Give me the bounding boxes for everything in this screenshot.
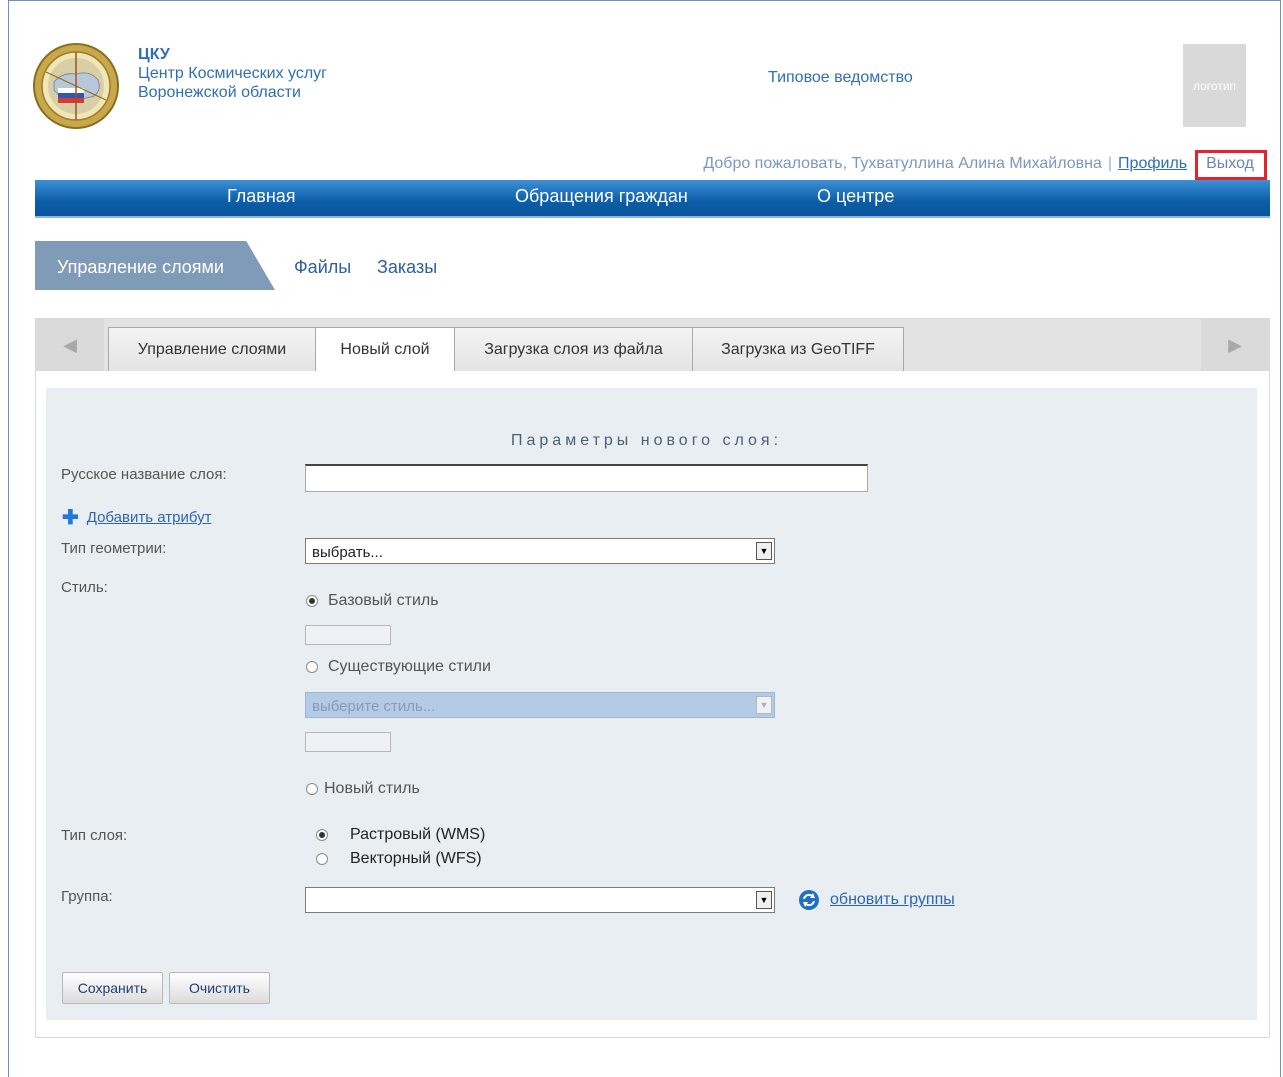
chevron-down-icon: ▼ [756,696,772,714]
group-select[interactable]: ▼ [305,887,775,913]
add-attribute-link[interactable]: ✚ Добавить атрибут [62,505,211,530]
layer-name-label: Русское название слоя: [61,466,227,483]
org-name-block: ЦКУ Центр Космических услуг Воронежской … [138,45,327,102]
section-tab-orders[interactable]: Заказы [377,257,437,278]
logout-link[interactable]: Выход [1195,150,1267,180]
radio-button[interactable] [306,783,318,795]
add-attribute-label: Добавить атрибут [86,509,212,526]
form-heading: Параметры нового слоя: [511,432,783,449]
style-option-base[interactable]: Базовый стиль [306,592,439,610]
tabs-scroll-left[interactable]: ◀ [36,319,104,371]
org-name-line2: Воронежской области [138,84,301,101]
triangle-right-icon: ▶ [1228,334,1242,355]
layer-type-raster-label: Растровый (WMS) [350,826,486,843]
logo-placeholder: логотип [1183,44,1246,127]
org-name-line1: Центр Космических услуг [138,65,328,82]
tab-upload-from-file[interactable]: Загрузка слоя из файла [454,327,693,371]
layer-type-vector-label: Векторный (WFS) [350,850,482,867]
section-tab-files[interactable]: Файлы [294,257,351,278]
layer-type-label: Тип слоя: [61,827,128,844]
layer-type-vector[interactable]: Векторный (WFS) [316,850,482,868]
tabs-scroll-right[interactable]: ▶ [1201,319,1269,371]
chevron-down-icon: ▼ [756,542,772,560]
existing-style-placeholder: выберите стиль... [312,698,436,715]
geometry-type-label: Тип геометрии: [61,540,167,557]
style-option-base-label: Базовый стиль [328,592,439,609]
user-bar: Добро пожаловать, Тухватуллина Алина Мих… [703,150,1267,180]
emblem-logo [33,43,119,129]
profile-link[interactable]: Профиль [1118,155,1187,172]
plus-icon: ✚ [62,507,79,529]
style-option-new[interactable]: Новый стиль [306,780,420,798]
group-label: Группа: [61,888,113,905]
main-navigation: Главная Обращения граждан О центре [35,180,1270,218]
nav-item-home[interactable]: Главная [227,186,296,207]
tab-upload-geotiff[interactable]: Загрузка из GeoTIFF [692,327,904,371]
radio-button[interactable] [306,595,318,607]
refresh-groups-link[interactable]: обновить группы [798,889,955,911]
triangle-left-icon: ◀ [63,334,77,355]
style-option-existing-label: Существующие стили [328,658,491,675]
chevron-down-icon: ▼ [756,891,772,909]
agency-name: Типовое ведомство [768,69,913,86]
existing-style-select[interactable]: выберите стиль... ▼ [305,692,775,718]
layer-type-raster[interactable]: Растровый (WMS) [316,826,485,844]
radio-button[interactable] [316,829,328,841]
geometry-type-value: выбрать... [312,544,383,561]
org-abbreviation: ЦКУ [138,46,170,63]
radio-button[interactable] [316,853,328,865]
user-bar-separator: | [1107,155,1113,172]
nav-item-about[interactable]: О центре [817,186,894,207]
save-button[interactable]: Сохранить [62,972,163,1004]
clear-button[interactable]: Очистить [169,972,270,1004]
existing-style-preview [305,732,391,752]
welcome-text: Добро пожаловать, Тухватуллина Алина Мих… [703,155,1102,172]
tab-layer-management[interactable]: Управление слоями [108,327,316,371]
geometry-type-select[interactable]: выбрать... ▼ [305,538,775,564]
layer-name-input[interactable] [305,464,868,492]
style-option-existing[interactable]: Существующие стили [306,658,491,676]
tab-new-layer[interactable]: Новый слой [315,327,455,371]
style-option-new-label: Новый стиль [324,780,420,797]
refresh-groups-label: обновить группы [830,891,955,908]
section-tab-layers[interactable]: Управление слоями [35,241,275,290]
refresh-icon [799,890,819,910]
base-style-preview [305,625,391,645]
nav-item-citizen-requests[interactable]: Обращения граждан [515,186,688,207]
radio-button[interactable] [306,661,318,673]
style-label: Стиль: [61,579,108,596]
